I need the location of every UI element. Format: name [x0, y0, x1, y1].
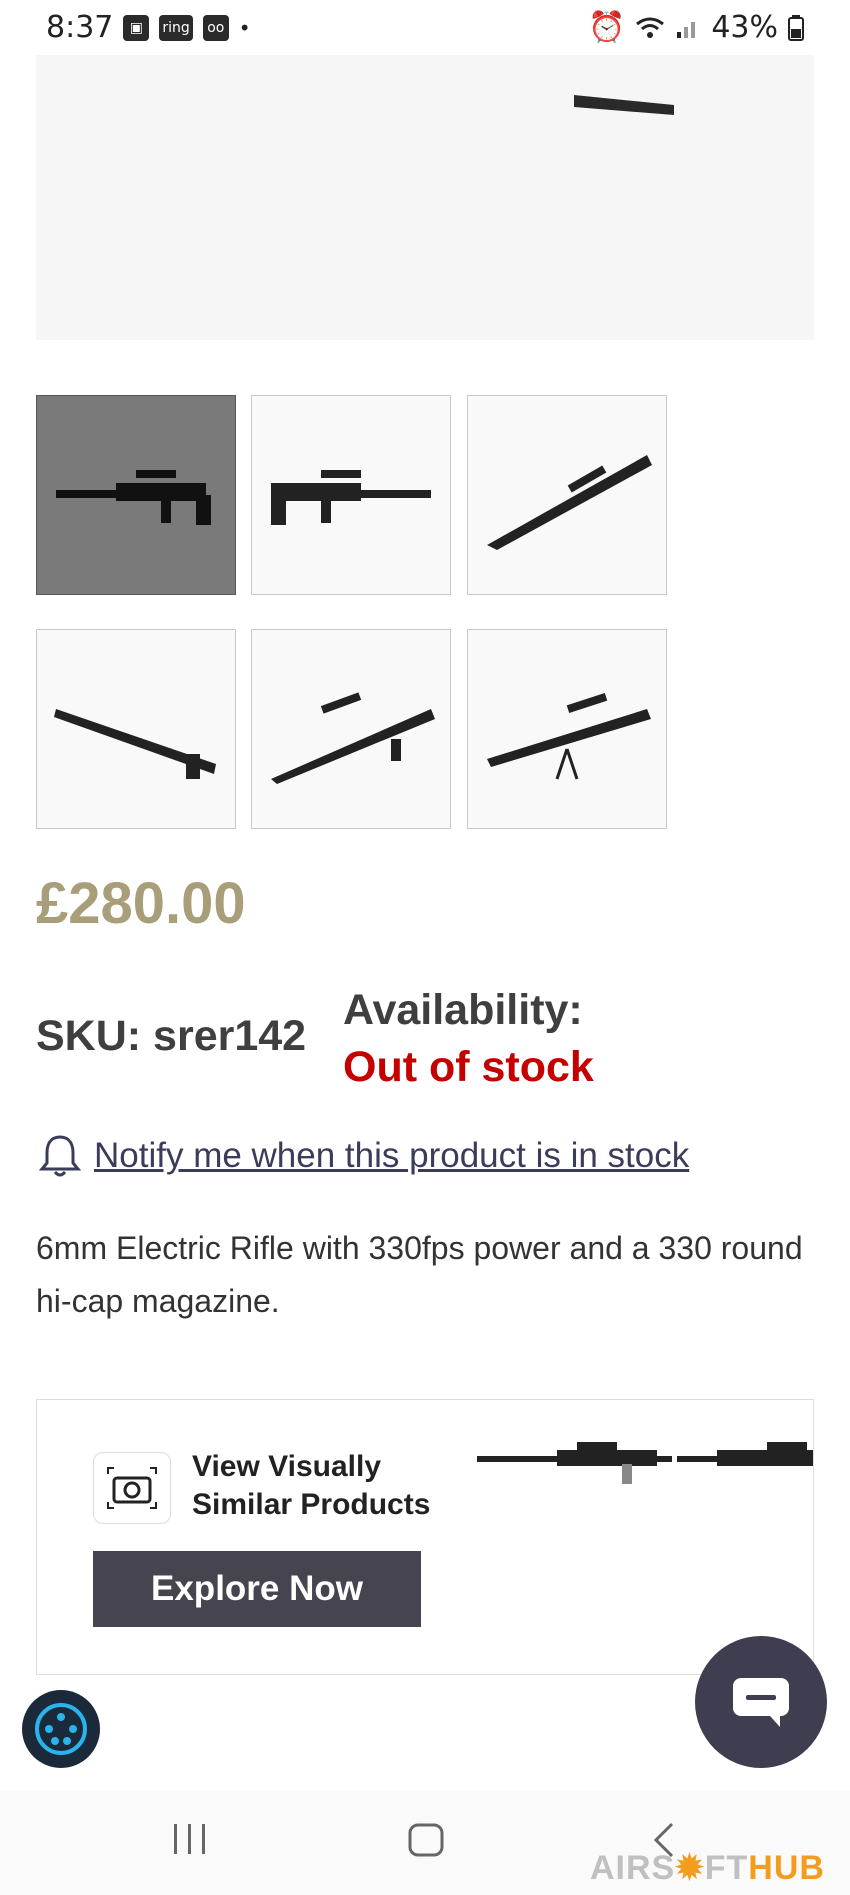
- battery-icon: [788, 14, 804, 41]
- visual-search-line1: View Visually: [192, 1450, 382, 1483]
- home-icon[interactable]: [407, 1820, 447, 1860]
- camera-button[interactable]: [93, 1452, 171, 1524]
- visual-search-line2: Similar Products: [192, 1488, 431, 1521]
- similar-product-image[interactable]: [477, 1440, 672, 1490]
- thumb-3[interactable]: [467, 395, 667, 595]
- chat-button[interactable]: [695, 1636, 827, 1768]
- rifle-thumb-image: [56, 470, 211, 525]
- product-sku: SKU: srer142: [36, 1012, 307, 1060]
- product-price: £280.00: [36, 871, 246, 936]
- wifi-icon: [636, 17, 665, 38]
- chat-icon: [733, 1678, 789, 1727]
- thumb-5[interactable]: [251, 629, 451, 829]
- main-product-image[interactable]: [36, 55, 814, 340]
- rifle-image-partial: [574, 95, 674, 115]
- voicemail-icon: oo: [202, 14, 229, 41]
- thumb-4[interactable]: [36, 629, 236, 829]
- explore-now-button[interactable]: Explore Now: [93, 1551, 421, 1627]
- similar-product-image[interactable]: [677, 1440, 814, 1490]
- accessibility-icon: [35, 1703, 87, 1755]
- gear-icon: ✹: [675, 1849, 705, 1887]
- image-icon: ▣: [123, 14, 150, 41]
- airsofthub-watermark: AIRS✹FTHUB: [590, 1848, 825, 1888]
- watermark-part2: FT: [704, 1849, 749, 1887]
- ring-icon: ring: [159, 14, 193, 41]
- rifle-thumb-image: [271, 470, 431, 525]
- alarm-icon: ⏰: [587, 10, 626, 45]
- notify-stock-link[interactable]: Notify me when this product is in stock: [38, 1133, 689, 1179]
- watermark-part1: AIRS: [590, 1849, 676, 1887]
- thumb-2[interactable]: [251, 395, 451, 595]
- visual-search-panel: View Visually Similar Products Explore N…: [36, 1399, 814, 1675]
- notify-stock-text[interactable]: Notify me when this product is in stock: [94, 1136, 689, 1176]
- notification-dot: •: [238, 15, 251, 40]
- signal-icon: [677, 21, 696, 38]
- product-description: 6mm Electric Rifle with 330fps power and…: [36, 1230, 803, 1319]
- availability-label: Availability:: [343, 986, 583, 1034]
- clock: 8:37: [46, 10, 114, 45]
- recent-apps-icon[interactable]: [172, 1820, 208, 1860]
- status-right: ⏰ 43%: [588, 10, 804, 45]
- thumb-6[interactable]: [467, 629, 667, 829]
- rifle-thumb-image: [487, 693, 651, 780]
- rifle-thumb-image: [54, 709, 216, 779]
- availability-status: Out of stock: [343, 1043, 594, 1091]
- thumb-1[interactable]: [36, 395, 236, 595]
- bell-icon: [38, 1135, 82, 1177]
- visual-search-title: View Visually Similar Products: [192, 1448, 430, 1524]
- watermark-part3: HUB: [748, 1849, 825, 1887]
- rifle-thumb-image: [487, 455, 652, 550]
- rifle-thumb-image: [271, 692, 435, 784]
- status-left: 8:37 ▣ ring oo •: [46, 10, 251, 45]
- accessibility-button[interactable]: [22, 1690, 100, 1768]
- camera-icon: [107, 1467, 157, 1509]
- status-bar: 8:37 ▣ ring oo • ⏰ 43%: [0, 0, 850, 55]
- battery-percent: 43%: [711, 10, 778, 45]
